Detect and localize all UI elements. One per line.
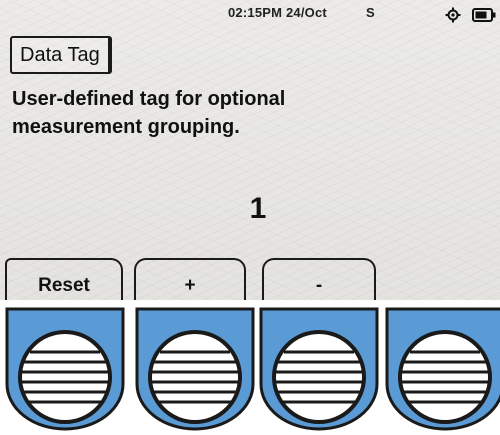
hardware-button-1[interactable]	[2, 306, 128, 432]
status-time-date: 02:15PM 24/Oct	[228, 5, 327, 20]
description-line-2: measurement grouping.	[12, 116, 240, 138]
plus-softkey[interactable]: +	[134, 258, 246, 300]
hardware-button-icon	[385, 307, 500, 431]
description-line-1: User-defined tag for optional	[12, 88, 286, 110]
hardware-button-icon	[135, 307, 255, 431]
status-indicator: S	[366, 5, 375, 20]
plus-label: +	[184, 275, 196, 296]
battery-icon	[472, 8, 496, 22]
device-screen: 02:15PM 24/Oct S Data Tag User-defined t…	[0, 0, 500, 300]
hardware-button-icon	[259, 307, 379, 431]
minus-softkey[interactable]: -	[262, 258, 376, 300]
gps-icon	[445, 7, 461, 23]
hardware-button-3[interactable]	[256, 306, 382, 432]
reset-softkey[interactable]: Reset	[5, 258, 123, 300]
description-text: User-defined tag for optional measuremen…	[12, 85, 482, 141]
tag-value: 1	[249, 192, 267, 225]
status-bar: 02:15PM 24/Oct S	[0, 0, 500, 32]
minus-label: -	[315, 275, 323, 296]
reset-label: Reset	[38, 275, 90, 296]
hardware-button-4[interactable]	[382, 306, 500, 432]
hardware-button-2[interactable]	[132, 306, 258, 432]
page-title: Data Tag	[10, 36, 112, 74]
hardware-button-icon	[5, 307, 125, 431]
